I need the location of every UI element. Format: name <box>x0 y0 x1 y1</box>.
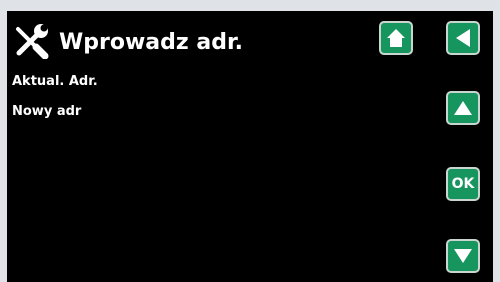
up-arrow-icon <box>454 101 472 115</box>
back-arrow-icon <box>456 29 470 47</box>
ok-button[interactable]: OK <box>446 167 480 201</box>
down-button[interactable] <box>446 239 480 273</box>
tools-icon <box>16 24 49 59</box>
home-icon <box>387 29 405 47</box>
display-screen: Wprowadz adr. Aktual. Adr. Nowy adr OK <box>7 11 493 282</box>
new-address-label: Nowy adr <box>12 104 82 119</box>
ok-button-label: OK <box>451 176 475 192</box>
page-title: Wprowadz adr. <box>59 30 244 55</box>
home-button[interactable] <box>379 21 413 55</box>
back-button[interactable] <box>446 21 480 55</box>
current-address-label: Aktual. Adr. <box>12 74 98 89</box>
down-arrow-icon <box>454 249 472 263</box>
up-button[interactable] <box>446 91 480 125</box>
